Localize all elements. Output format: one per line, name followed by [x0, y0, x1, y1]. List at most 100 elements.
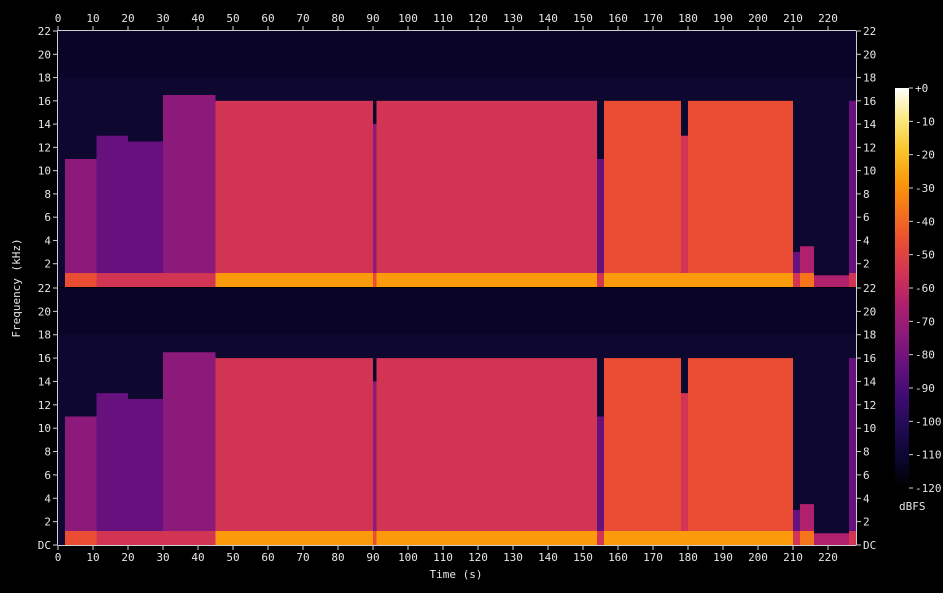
y-tick-label-top-left: 8: [44, 188, 51, 201]
spectrogram-low-band: [373, 530, 377, 545]
x-tick-label-bottom: 0: [55, 551, 62, 564]
x-tick-label-top: 100: [398, 12, 418, 25]
spectrogram-segment: [597, 416, 604, 545]
x-tick-label-top: 150: [573, 12, 593, 25]
y-tick-label-bottom-left: 10: [38, 422, 51, 435]
spectrogram-segment: [597, 159, 604, 287]
spectrogram-segment: [376, 100, 597, 288]
spectrogram-low-band: [65, 273, 97, 287]
colorbar-tick-label: -90: [915, 382, 935, 395]
y-tick-label-bottom-right: 18: [863, 329, 876, 342]
x-tick-label-top: 70: [296, 12, 309, 25]
spectrogram-low-band: [604, 273, 681, 287]
x-tick-label-bottom: 50: [226, 551, 239, 564]
y-tick-label-bottom-left: 14: [38, 375, 52, 388]
spectrogram-low-band: [373, 273, 377, 287]
x-tick-label-bottom: 20: [121, 551, 134, 564]
y-tick-label-bottom-left: DC: [38, 539, 51, 552]
spectrogram-low-band: [65, 530, 97, 545]
spectrogram-low-band: [849, 530, 856, 545]
spectrogram-noise-floor: [58, 31, 856, 78]
spectrogram-segment: [96, 393, 128, 545]
y-tick-label-bottom-right: 16: [863, 352, 876, 365]
x-tick-label-bottom: 60: [261, 551, 274, 564]
spectrogram-low-band: [163, 530, 216, 545]
y-tick-label-top-left: 6: [44, 211, 51, 224]
spectrogram-low-band: [688, 273, 793, 287]
y-tick-label-bottom-right: 8: [863, 446, 870, 459]
spectrogram-low-band: [376, 530, 597, 545]
colorbar-tick-label: +0: [915, 82, 928, 95]
spectrogram-low-band: [800, 530, 814, 545]
x-tick-label-bottom: 170: [643, 551, 663, 564]
y-tick-label-bottom-left: 6: [44, 469, 51, 482]
y-tick-label-bottom-left: 2: [44, 516, 51, 529]
x-tick-label-top: 160: [608, 12, 628, 25]
x-tick-label-bottom: 130: [503, 551, 523, 564]
y-tick-label-bottom-left: 20: [38, 305, 51, 318]
spectrogram-low-band: [128, 273, 163, 287]
spectrogram-segment: [163, 95, 216, 287]
colorbar-label: dBFS: [899, 500, 926, 513]
colorbar-tick-label: -40: [915, 215, 935, 228]
x-tick-label-top: 60: [261, 12, 274, 25]
colorbar-tick-label: -60: [915, 282, 935, 295]
y-tick-label-bottom-right: 20: [863, 305, 876, 318]
x-tick-label-bottom: 90: [366, 551, 379, 564]
spectrogram-segment: [65, 416, 97, 545]
colorbar-tick-label: -10: [915, 115, 935, 128]
colorbar-tick-label: -50: [915, 249, 935, 262]
x-tick-label-top: 20: [121, 12, 134, 25]
x-tick-label-top: 110: [433, 12, 453, 25]
spectrogram-figure: 0 0 10 10 20 20 30 30 40 40 50 50 60 60 70 70 80 80 90 90 10…: [10, 12, 942, 581]
y-tick-label-top-left: 2: [44, 258, 51, 271]
x-tick-label-bottom: 160: [608, 551, 628, 564]
spectrogram-low-band: [849, 273, 856, 287]
y-tick-label-top-right: 16: [863, 95, 876, 108]
spectrogram-segment: [96, 135, 128, 287]
spectrogram-low-band: [814, 533, 849, 545]
y-tick-label-bottom-right: 6: [863, 469, 870, 482]
y-tick-label-top-left: 22: [38, 25, 51, 38]
spectrogram-low-band: [681, 273, 688, 287]
x-tick-label-top: 220: [818, 12, 838, 25]
colorbar-tick-label: -100: [915, 415, 942, 428]
colorbar-tick-label: -30: [915, 182, 935, 195]
spectrogram-low-band: [688, 530, 793, 545]
y-tick-label-top-left: 18: [38, 72, 51, 85]
colorbar-tick-label: -120: [915, 482, 942, 495]
y-tick-label-bottom-right: DC: [863, 539, 876, 552]
y-tick-label-top-left: 20: [38, 48, 51, 61]
x-tick-label-top: 50: [226, 12, 239, 25]
spectrogram-segment: [65, 159, 97, 287]
spectrogram-segment: [215, 358, 373, 545]
x-tick-label-bottom: 100: [398, 551, 418, 564]
y-tick-label-bottom-right: 22: [863, 282, 876, 295]
spectrogram-segment: [681, 393, 688, 545]
x-tick-label-bottom: 150: [573, 551, 593, 564]
y-tick-label-bottom-left: 22: [38, 282, 51, 295]
x-tick-label-bottom: 120: [468, 551, 488, 564]
spectrogram-channel-2: [58, 288, 856, 545]
x-tick-label-top: 140: [538, 12, 558, 25]
y-tick-label-bottom-right: 2: [863, 516, 870, 529]
y-tick-label-top-left: 10: [38, 165, 51, 178]
x-tick-label-top: 0: [55, 12, 62, 25]
y-tick-label-bottom-left: 16: [38, 352, 51, 365]
y-tick-label-bottom-right: 12: [863, 399, 876, 412]
x-tick-label-bottom: 70: [296, 551, 309, 564]
spectrogram-segment: [681, 135, 688, 287]
spectrogram-low-band: [814, 275, 849, 287]
spectrogram-noise-floor: [58, 288, 856, 335]
x-tick-label-top: 180: [678, 12, 698, 25]
x-tick-label-top: 90: [366, 12, 379, 25]
spectrogram-segment: [128, 398, 163, 545]
x-tick-label-top: 190: [713, 12, 733, 25]
colorbar: +0 -10 -20 -30 -40 -50 -60 -70 -80 -90 -100 -110 -12…: [895, 82, 942, 495]
colorbar-tick-label: -110: [915, 449, 942, 462]
colorbar-tick-label: -20: [915, 149, 935, 162]
spectrogram-low-band: [800, 273, 814, 287]
colorbar-tick-label: -80: [915, 349, 935, 362]
y-tick-label-top-right: 2: [863, 258, 870, 271]
spectrogram-segment: [604, 100, 681, 288]
